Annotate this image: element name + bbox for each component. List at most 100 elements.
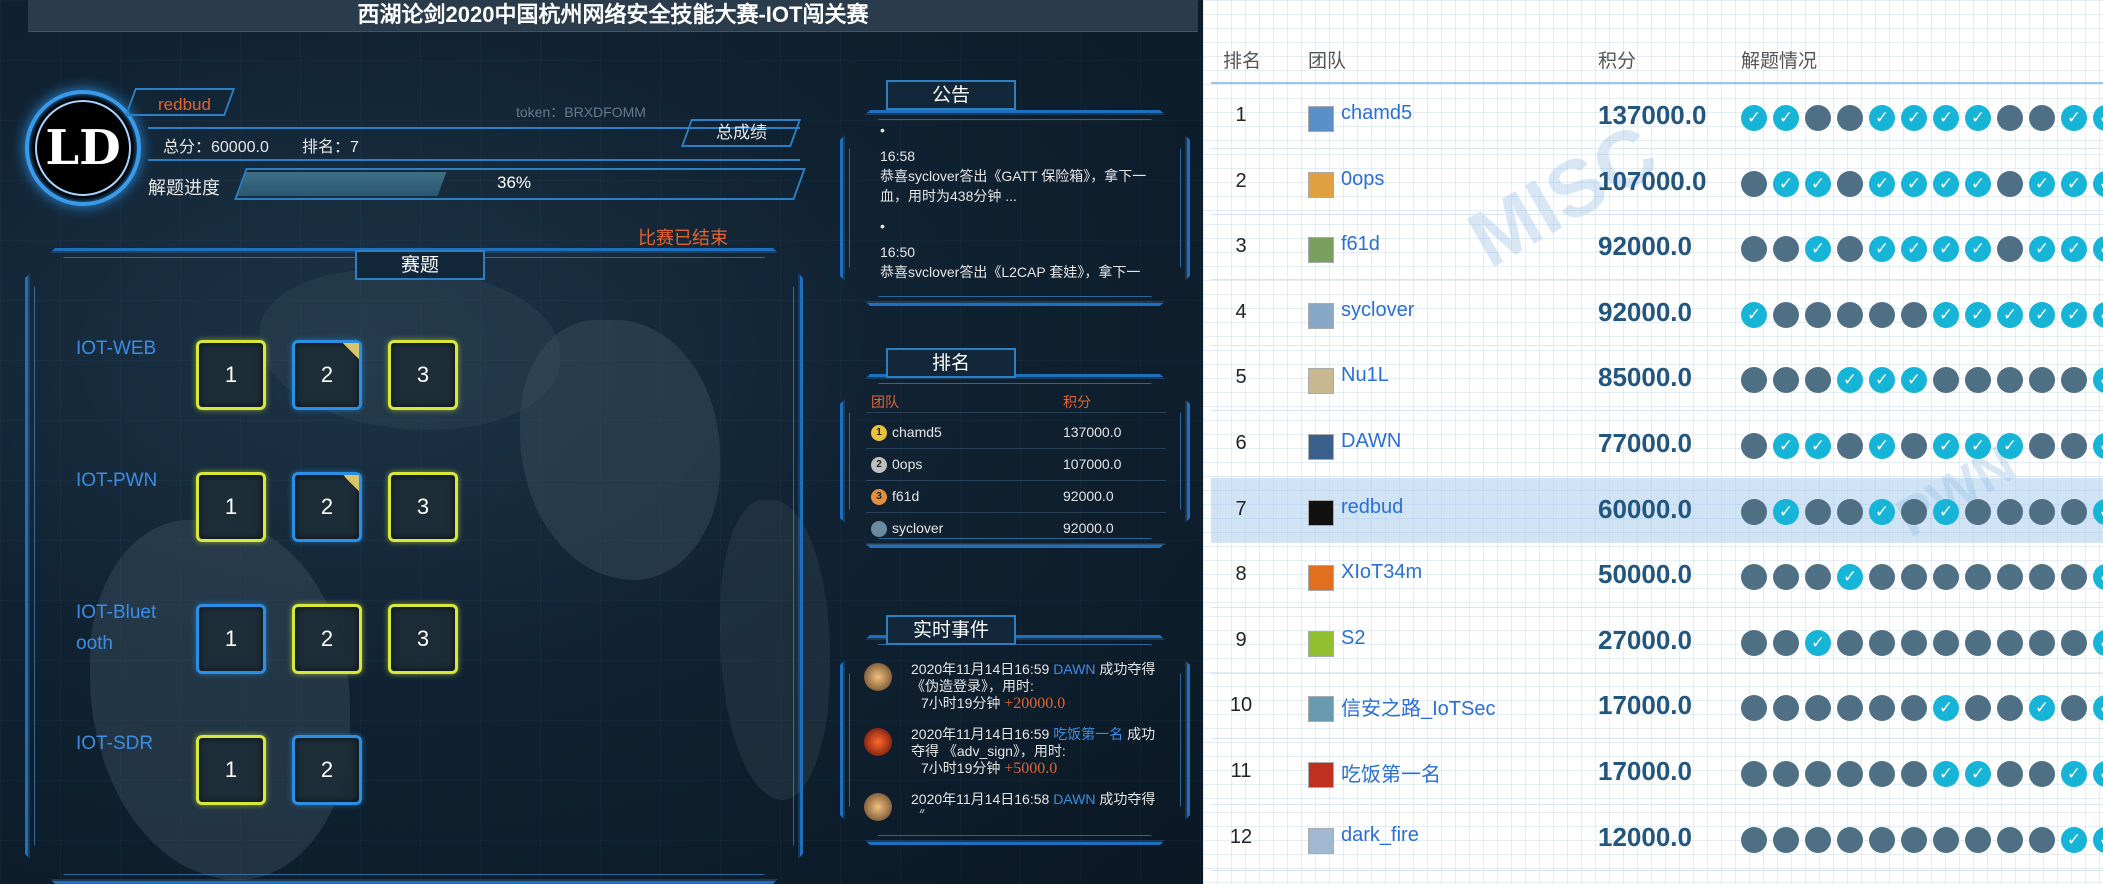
unsolved-dot-icon — [1805, 367, 1831, 394]
solved-check-icon: ✓ — [1741, 105, 1767, 131]
challenge-box[interactable]: 2 — [292, 735, 362, 805]
team-name-link[interactable]: 信安之路_IoTSec — [1341, 692, 1495, 721]
unsolved-dot-icon — [2061, 695, 2087, 722]
team-score: 50000.0 — [1598, 559, 1692, 590]
ranking-team: 0ops — [892, 456, 923, 472]
solve-status: ✓✓✓✓ — [1741, 761, 2103, 787]
solved-check-icon: ✓ — [1901, 105, 1927, 131]
team-name-link[interactable]: syclover — [1341, 299, 1414, 322]
solved-check-icon: ✓ — [1869, 170, 1895, 197]
event-challenge: 《adv_sign》，用时: — [942, 743, 1066, 759]
solved-check-icon: ✓ — [1933, 105, 1959, 131]
team-name-link[interactable]: f61d — [1341, 233, 1380, 256]
unsolved-dot-icon — [1837, 105, 1863, 131]
unsolved-dot-icon — [1741, 170, 1767, 197]
table-row[interactable]: 12 dark_fire 12000.0 ✓✓ — [1211, 806, 2103, 871]
unsolved-dot-icon — [1997, 695, 2023, 722]
table-row[interactable]: 9S227000.0✓✓ — [1211, 609, 2103, 674]
solved-check-icon: ✓ — [2061, 301, 2087, 328]
challenge-box[interactable]: 1 — [196, 604, 266, 674]
team-name-link[interactable]: S2 — [1341, 627, 1365, 650]
unsolved-dot-icon — [1997, 105, 2023, 131]
unsolved-dot-icon — [1901, 629, 1927, 656]
challenge-box[interactable]: 2 — [292, 472, 362, 542]
challenge-box[interactable]: 1 — [196, 472, 266, 542]
row-rank: 3 — [1235, 235, 1247, 258]
solved-check-icon: ✓ — [1805, 629, 1831, 656]
unsolved-dot-icon — [1933, 629, 1959, 656]
team-avatar-icon — [1308, 106, 1334, 132]
unsolved-dot-icon — [1869, 695, 1895, 722]
table-row[interactable]: 6DAWN77000.0✓✓✓✓✓✓✓ — [1211, 412, 2103, 477]
username: redbud — [158, 95, 211, 114]
event-team[interactable]: DAWN — [1053, 661, 1095, 677]
team-name-link[interactable]: chamd5 — [1341, 102, 1412, 125]
challenge-box[interactable]: 3 — [388, 604, 458, 674]
solve-status: ✓✓✓✓ — [1741, 367, 2103, 394]
total-score-button[interactable]: 总成绩 — [680, 119, 802, 147]
unsolved-dot-icon — [1965, 564, 1991, 591]
event-item: 2020年11月14日16:59 吃饭第一名 成功夺得 《adv_sign》，用… — [911, 726, 1166, 777]
ranking-team: f61d — [892, 488, 920, 504]
team-name-link[interactable]: XIoT34m — [1341, 561, 1422, 584]
team-score: 17000.0 — [1598, 756, 1692, 786]
total-score-button-label: 总成绩 — [715, 123, 767, 142]
progress-value: 36% — [497, 173, 532, 192]
unsolved-dot-icon — [1741, 433, 1767, 459]
solved-check-icon: ✓ — [1933, 170, 1959, 197]
challenge-box[interactable]: 1 — [196, 735, 266, 805]
ranking-team: chamd5 — [892, 424, 942, 440]
ranking-score: 92000.0 — [1063, 520, 1114, 536]
team-avatar-icon — [1308, 171, 1334, 198]
team-name-link[interactable]: redbud — [1341, 496, 1403, 519]
unsolved-dot-icon — [1965, 367, 1991, 394]
row-rank: 9 — [1235, 628, 1247, 651]
event-team[interactable]: DAWN — [1053, 791, 1095, 807]
solved-check-icon: ✓ — [2029, 695, 2055, 722]
avatar: LD — [25, 90, 141, 206]
team-score: 12000.0 — [1598, 821, 1692, 852]
table-row[interactable]: 5Nu1L85000.0✓✓✓✓ — [1211, 346, 2103, 412]
team-name-link[interactable]: DAWN — [1341, 430, 1401, 453]
challenge-box[interactable]: 2 — [292, 604, 362, 674]
challenge-box[interactable]: 1 — [196, 340, 266, 410]
row-rank: 6 — [1235, 432, 1247, 454]
solved-check-icon: ✓ — [1965, 433, 1991, 459]
table-row[interactable]: 3f61d92000.0✓✓✓✓✓✓✓✓ — [1211, 215, 2103, 281]
challenge-box[interactable]: 3 — [388, 472, 458, 542]
team-avatar-icon — [1308, 630, 1334, 657]
team-name-link[interactable]: 0ops — [1341, 168, 1384, 191]
table-row[interactable]: 7 redbud 60000.0 ✓ ✓ ✓ ✓ — [1211, 477, 2103, 543]
table-row[interactable]: 20ops107000.0✓✓✓✓✓✓✓✓✓ — [1211, 150, 2103, 215]
challenge-box[interactable]: 2 — [292, 340, 362, 410]
row-rank: 12 — [1229, 825, 1253, 848]
challenge-box[interactable]: 3 — [388, 340, 458, 410]
solved-check-icon: ✓ — [1837, 564, 1863, 591]
solve-status: ✓✓✓✓✓✓✓ — [1741, 433, 2103, 459]
unsolved-dot-icon — [1805, 695, 1831, 722]
team-name-link[interactable]: dark_fire — [1341, 824, 1419, 847]
table-row[interactable]: 4syclover92000.0✓✓✓✓✓✓✓ — [1211, 281, 2103, 346]
table-row[interactable]: 1chamd5137000.0✓✓✓✓✓✓✓✓ — [1211, 84, 2103, 149]
solved-check-icon: ✓ — [1805, 236, 1831, 263]
solve-status: ✓✓✓✓✓✓✓ — [1741, 301, 2103, 328]
challenge-category: IOT-Bluet ooth — [76, 602, 157, 654]
event-team[interactable]: 吃饭第一名 — [1053, 726, 1123, 742]
team-avatar-icon — [864, 728, 892, 756]
solve-status: ✓✓ — [1741, 564, 2103, 591]
table-header: 排名 团队 积分 解题情况 — [1211, 40, 2103, 84]
team-name-link[interactable]: 吃饭第一名 — [1341, 758, 1441, 787]
notice-text[interactable]: 恭喜syclover答出《GATT 保险箱》，拿下一血，用时为438分钟 ... — [880, 166, 1170, 206]
col-status: 解题情况 — [1741, 51, 1818, 72]
event-duration: 7小时19分钟 — [921, 695, 1005, 711]
challenges-title: 赛题 — [355, 250, 485, 280]
table-row[interactable]: 10 信安之路_IoTSec 17000.0 ✓ ✓ ✓ — [1211, 674, 2103, 740]
table-row[interactable]: 8XIoT34m50000.0✓✓ — [1211, 543, 2103, 609]
unsolved-dot-icon — [1837, 433, 1863, 459]
team-name-link[interactable]: Nu1L — [1341, 364, 1389, 387]
row-rank: 5 — [1235, 366, 1247, 389]
table-row[interactable]: 11吃饭第一名17000.0✓✓✓✓ — [1211, 740, 2103, 805]
left-dashboard: 西湖论剑2020中国杭州网络安全技能大赛-IOT闯关赛 LD redbud to… — [0, 0, 1203, 884]
notice-text[interactable]: 恭喜svclover答出《L2CAP 套娃》，拿下一 — [880, 262, 1170, 282]
solved-check-icon: ✓ — [1933, 761, 1959, 787]
